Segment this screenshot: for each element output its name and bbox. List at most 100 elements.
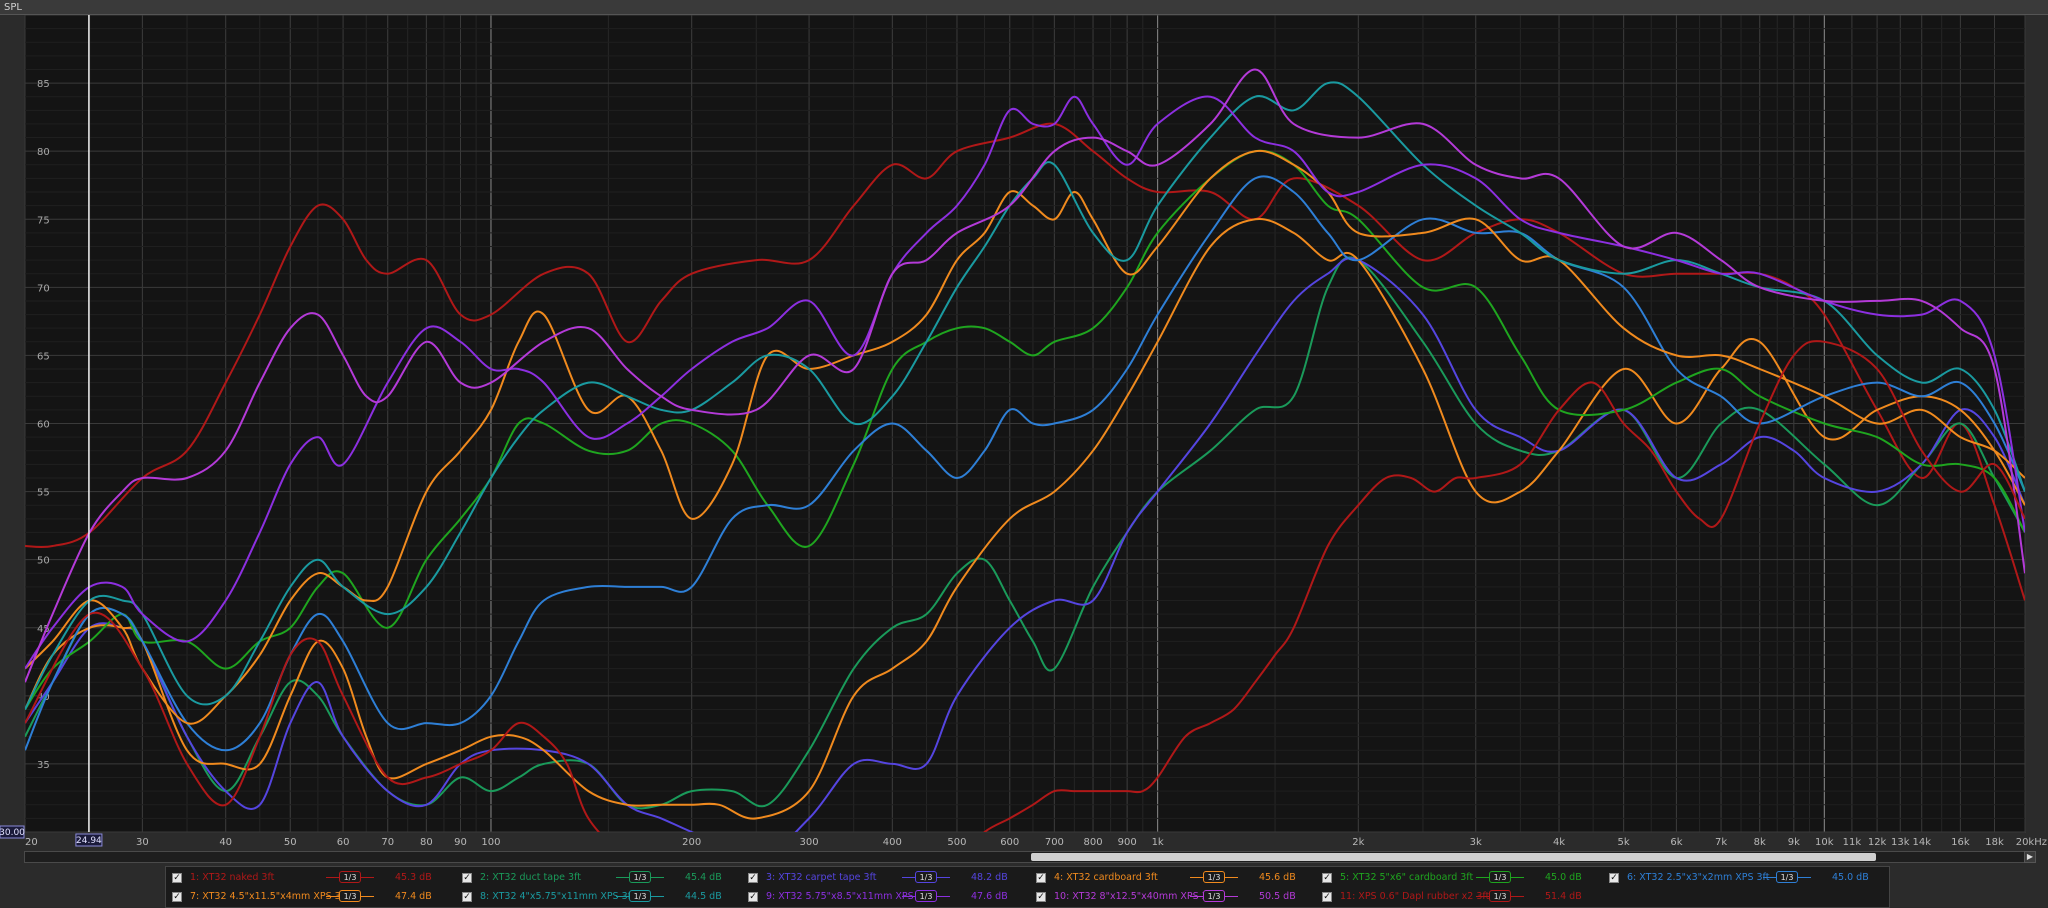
x-tick-label: 4k xyxy=(1553,837,1565,848)
legend-item[interactable]: ✓ 1: XT32 naked 3ft 1/3 45.3 dB xyxy=(170,870,458,886)
smoothing-control[interactable]: 1/3 xyxy=(1190,890,1238,902)
smoothing-control[interactable]: 1/3 xyxy=(616,871,664,883)
legend-value: 45.4 dB xyxy=(685,872,722,883)
x-tick-label: 13k xyxy=(1891,837,1910,848)
legend-checkbox[interactable]: ✓ xyxy=(172,873,182,883)
x-tick-label: 300 xyxy=(800,837,819,848)
x-tick-label: 200 xyxy=(682,837,701,848)
legend-series-name: 11: XPS 0.6" Dapl rubber x2 3ft xyxy=(1340,891,1490,902)
legend-series-name: 1: XT32 naked 3ft xyxy=(190,872,275,883)
x-tick-label: 3k xyxy=(1470,837,1482,848)
smoothing-control[interactable]: 1/3 xyxy=(1190,871,1238,883)
y-tick-label: 65 xyxy=(37,351,50,362)
x-tick-label: 500 xyxy=(947,837,966,848)
legend-checkbox[interactable]: ✓ xyxy=(1609,873,1619,883)
legend-checkbox[interactable]: ✓ xyxy=(1322,892,1332,902)
smoothing-label[interactable]: 1/3 xyxy=(629,890,651,902)
legend-item[interactable]: ✓ 4: XT32 cardboard 3ft 1/3 45.6 dB xyxy=(1034,870,1322,886)
legend-series-name: 5: XT32 5"x6" cardboard 3ft xyxy=(1340,872,1474,883)
x-tick-label: 40 xyxy=(219,837,232,848)
x-tick-label: 90 xyxy=(454,837,467,848)
smoothing-label[interactable]: 1/3 xyxy=(915,890,937,902)
x-tick-label: 6k xyxy=(1670,837,1682,848)
x-tick-label: 30 xyxy=(136,837,149,848)
x-tick-label: 11k xyxy=(1843,837,1862,848)
y-tick-label: 70 xyxy=(37,283,50,294)
legend-series-name: 8: XT32 4"x5.75"x11mm XPS 3ft xyxy=(480,891,635,902)
gridlines xyxy=(24,15,2026,833)
legend-checkbox[interactable]: ✓ xyxy=(1036,873,1046,883)
cursor-level-readout: 30.00 xyxy=(0,828,25,838)
smoothing-control[interactable]: 1/3 xyxy=(326,871,374,883)
x-tick-label: 20kHz xyxy=(2016,837,2047,848)
frequency-scrollbar[interactable] xyxy=(24,851,2036,863)
x-tick-label: 2k xyxy=(1352,837,1364,848)
smoothing-control[interactable]: 1/3 xyxy=(1476,871,1524,883)
x-tick-label: 1k xyxy=(1152,837,1164,848)
smoothing-label[interactable]: 1/3 xyxy=(1203,871,1225,883)
legend-checkbox[interactable]: ✓ xyxy=(462,873,472,883)
x-tick-label: 20 xyxy=(25,837,38,848)
smoothing-label[interactable]: 1/3 xyxy=(915,871,937,883)
x-tick-label: 7k xyxy=(1715,837,1727,848)
legend-item[interactable]: ✓ 7: XT32 4.5"x11.5"x4mm XPS 3ft 1/3 47.4 d… xyxy=(170,889,458,905)
legend-checkbox[interactable]: ✓ xyxy=(748,873,758,883)
smoothing-control[interactable]: 1/3 xyxy=(1476,890,1524,902)
legend-item[interactable]: ✓ 11: XPS 0.6" Dapl rubber x2 3ft 1/3 51.4 … xyxy=(1320,889,1608,905)
legend-value: 45.0 dB xyxy=(1832,872,1869,883)
x-tick-label: 18k xyxy=(1985,837,2004,848)
legend-series-name: 7: XT32 4.5"x11.5"x4mm XPS 3ft xyxy=(190,891,348,902)
window-title: SPL xyxy=(0,0,2048,15)
legend-item[interactable]: ✓ 5: XT32 5"x6" cardboard 3ft 1/3 45.0 dB xyxy=(1320,870,1608,886)
scrollbar-thumb[interactable] xyxy=(1031,853,1876,861)
smoothing-label[interactable]: 1/3 xyxy=(1489,890,1511,902)
x-tick-label: 70 xyxy=(381,837,394,848)
legend-checkbox[interactable]: ✓ xyxy=(1322,873,1332,883)
cursor-freq-readout: 24.94 xyxy=(76,836,102,846)
x-tick-label: 900 xyxy=(1118,837,1137,848)
x-tick-label: 100 xyxy=(481,837,500,848)
legend-value: 45.0 dB xyxy=(1545,872,1582,883)
x-tick-label: 60 xyxy=(337,837,350,848)
legend-item[interactable]: ✓ 10: XT32 8"x12.5"x40mm XPS 3ft 1/3 50.5 d… xyxy=(1034,889,1322,905)
legend-series-name: 2: XT32 duct tape 3ft xyxy=(480,872,581,883)
x-tick-label: 80 xyxy=(420,837,433,848)
smoothing-control[interactable]: 1/3 xyxy=(902,871,950,883)
smoothing-control[interactable]: 1/3 xyxy=(902,890,950,902)
smoothing-control[interactable]: 1/3 xyxy=(326,890,374,902)
smoothing-label[interactable]: 1/3 xyxy=(629,871,651,883)
x-tick-label: 16k xyxy=(1951,837,1970,848)
x-tick-label: 50 xyxy=(284,837,297,848)
x-tick-label: 800 xyxy=(1083,837,1102,848)
smoothing-label[interactable]: 1/3 xyxy=(1489,871,1511,883)
y-tick-label: 85 xyxy=(37,79,50,90)
x-tick-label: 5k xyxy=(1618,837,1630,848)
legend-checkbox[interactable]: ✓ xyxy=(172,892,182,902)
legend-checkbox[interactable]: ✓ xyxy=(462,892,472,902)
legend-item[interactable]: ✓ 8: XT32 4"x5.75"x11mm XPS 3ft 1/3 44.5 dB xyxy=(460,889,748,905)
legend-series-name: 4: XT32 cardboard 3ft xyxy=(1054,872,1158,883)
x-tick-label: 600 xyxy=(1000,837,1019,848)
smoothing-control[interactable]: 1/3 xyxy=(616,890,664,902)
x-tick-label: 10k xyxy=(1815,837,1834,848)
smoothing-label[interactable]: 1/3 xyxy=(339,871,361,883)
smoothing-label[interactable]: 1/3 xyxy=(1776,871,1798,883)
legend-value: 47.4 dB xyxy=(395,891,432,902)
legend-item[interactable]: ✓ 9: XT32 5.75"x8.5"x11mm XPS 3ft 1/3 47.6 … xyxy=(746,889,1034,905)
legend-checkbox[interactable]: ✓ xyxy=(748,892,758,902)
spl-chart[interactable]: 3540455055606570758085 20 30 40 50 60 70 80 90 1… xyxy=(0,15,2048,851)
legend-panel: ✓ 1: XT32 naked 3ft 1/3 45.3 dB ✓ 2: XT32 duc… xyxy=(165,866,1890,908)
legend-value: 44.5 dB xyxy=(685,891,722,902)
legend-item[interactable]: ✓ 3: XT32 carpet tape 3ft 1/3 48.2 dB xyxy=(746,870,1034,886)
scroll-right-arrow[interactable]: ▶ xyxy=(2024,851,2036,863)
x-tick-label: 8k xyxy=(1754,837,1766,848)
smoothing-label[interactable]: 1/3 xyxy=(1203,890,1225,902)
x-tick-label: 14k xyxy=(1912,837,1931,848)
legend-item[interactable]: ✓ 2: XT32 duct tape 3ft 1/3 45.4 dB xyxy=(460,870,748,886)
smoothing-label[interactable]: 1/3 xyxy=(339,890,361,902)
legend-checkbox[interactable]: ✓ xyxy=(1036,892,1046,902)
legend-series-name: 3: XT32 carpet tape 3ft xyxy=(766,872,877,883)
smoothing-control[interactable]: 1/3 xyxy=(1763,871,1811,883)
legend-item[interactable]: ✓ 6: XT32 2.5"x3"x2mm XPS 3ft 1/3 45.0 dB xyxy=(1607,870,1895,886)
y-tick-label: 60 xyxy=(37,420,50,431)
